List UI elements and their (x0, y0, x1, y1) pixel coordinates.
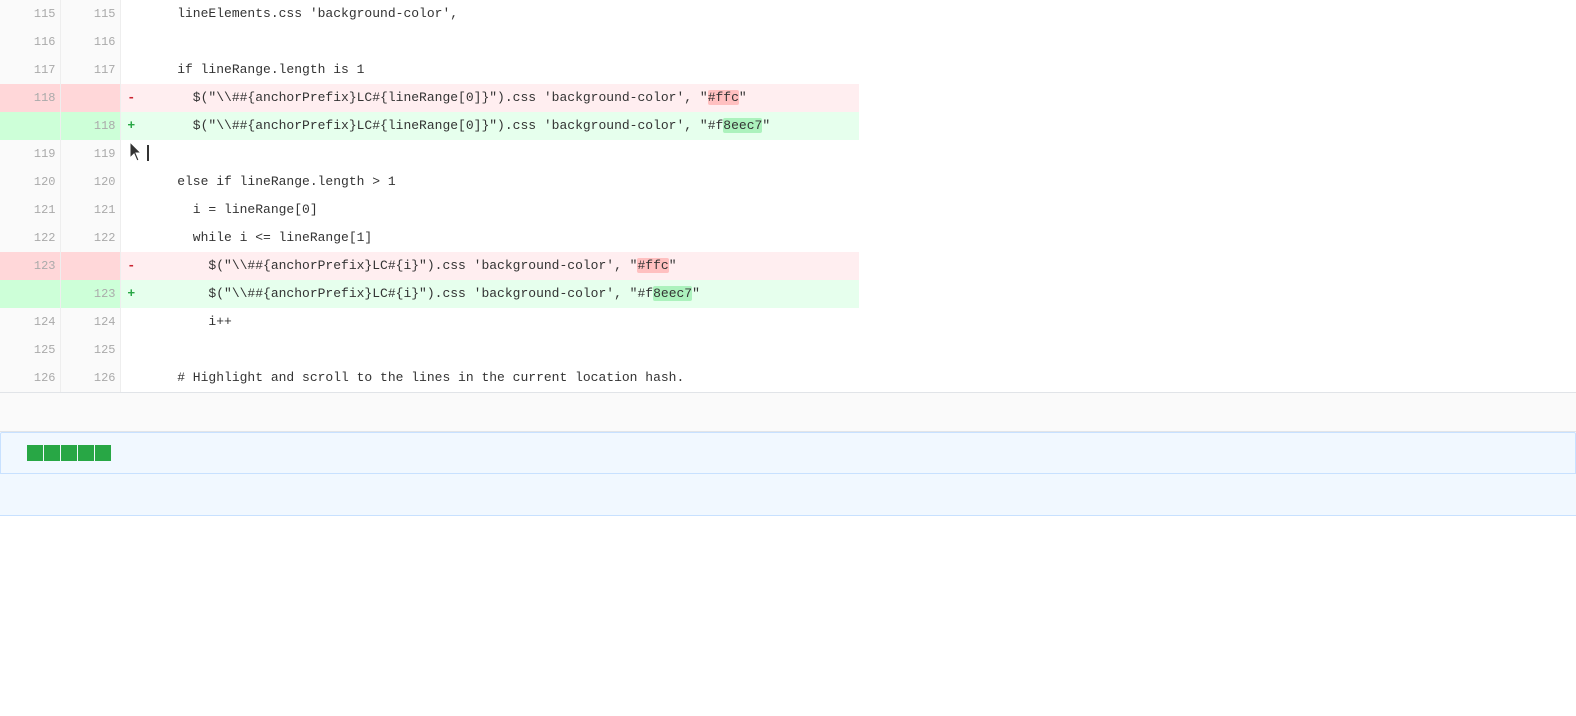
diff-sign (120, 196, 142, 224)
diff-table: 115115 lineElements.css 'background-colo… (0, 0, 1576, 392)
code-content: lineElements.css 'background-color', (142, 0, 859, 28)
table-row: 122122 while i <= lineRange[1] (0, 224, 1576, 252)
code-content: $("\\##{anchorPrefix}LC#{lineRange[0]}")… (142, 84, 859, 112)
new-line-number (60, 252, 120, 280)
code-content: if lineRange.length is 1 (142, 56, 859, 84)
table-row: 119119 (0, 140, 1576, 168)
table-row: 125125 (0, 336, 1576, 364)
added-highlight: 8eec7 (723, 118, 762, 133)
new-line-number: 125 (60, 336, 120, 364)
code-content (142, 28, 859, 56)
table-row: 117117 if lineRange.length is 1 (0, 56, 1576, 84)
old-line-number: 120 (0, 168, 60, 196)
code-content: $("\\##{anchorPrefix}LC#{i}").css 'backg… (142, 252, 859, 280)
new-line-number: 122 (60, 224, 120, 252)
new-line-number: 119 (60, 140, 120, 168)
old-line-number: 117 (0, 56, 60, 84)
new-line-number: 115 (60, 0, 120, 28)
new-line-number: 123 (60, 280, 120, 308)
table-row: 120120 else if lineRange.length > 1 (0, 168, 1576, 196)
old-line-number: 124 (0, 308, 60, 336)
old-line-number: 116 (0, 28, 60, 56)
stat-block (95, 445, 111, 461)
diff-sign (120, 140, 142, 168)
diff-sign (120, 0, 142, 28)
hunk-header (0, 474, 1576, 516)
diff-sign: - (120, 84, 142, 112)
table-row: 126126 # Highlight and scroll to the lin… (0, 364, 1576, 392)
diff-separator[interactable] (0, 392, 1576, 432)
diff-sign: + (120, 112, 142, 140)
table-row: 123+ $("\\##{anchorPrefix}LC#{i}").css '… (0, 280, 1576, 308)
diff-sign: - (120, 252, 142, 280)
code-content: $("\\##{anchorPrefix}LC#{i}").css 'backg… (142, 280, 859, 308)
code-content: i = lineRange[0] (142, 196, 859, 224)
old-line-number (0, 112, 60, 140)
diff-sign (120, 336, 142, 364)
new-line-number: 118 (60, 112, 120, 140)
old-line-number: 122 (0, 224, 60, 252)
deleted-highlight: #ffc (637, 258, 668, 273)
old-line-number: 115 (0, 0, 60, 28)
stat-block (61, 445, 77, 461)
diff-sign (120, 168, 142, 196)
old-line-number (0, 280, 60, 308)
table-row: 118 - $("\\##{anchorPrefix}LC#{lineRange[… (0, 84, 1576, 112)
diff-sign (120, 308, 142, 336)
file-stat-bar (27, 445, 111, 461)
table-row: 123 - $("\\##{anchorPrefix}LC#{i}").css '… (0, 252, 1576, 280)
old-line-number: 121 (0, 196, 60, 224)
new-line-number: 121 (60, 196, 120, 224)
code-content (142, 336, 859, 364)
file-header (0, 432, 1576, 474)
code-content: else if lineRange.length > 1 (142, 168, 859, 196)
deleted-highlight: #ffc (708, 90, 739, 105)
new-line-number: 124 (60, 308, 120, 336)
added-highlight: 8eec7 (653, 286, 692, 301)
code-content: $("\\##{anchorPrefix}LC#{lineRange[0]}")… (142, 112, 859, 140)
table-row: 118+ $("\\##{anchorPrefix}LC#{lineRange[… (0, 112, 1576, 140)
code-content (142, 140, 859, 168)
new-line-number: 120 (60, 168, 120, 196)
new-line-number (60, 84, 120, 112)
stat-block (78, 445, 94, 461)
stat-block (44, 445, 60, 461)
code-content: i++ (142, 308, 859, 336)
old-line-number: 125 (0, 336, 60, 364)
diff-sign: + (120, 280, 142, 308)
text-cursor (147, 145, 149, 161)
diff-container: 115115 lineElements.css 'background-colo… (0, 0, 1576, 716)
new-line-number: 117 (60, 56, 120, 84)
table-row: 124124 i++ (0, 308, 1576, 336)
code-content: # Highlight and scroll to the lines in t… (142, 364, 859, 392)
table-row: 121121 i = lineRange[0] (0, 196, 1576, 224)
code-content: while i <= lineRange[1] (142, 224, 859, 252)
old-line-number: 123 (0, 252, 60, 280)
diff-sign (120, 364, 142, 392)
diff-sign (120, 28, 142, 56)
old-line-number: 119 (0, 140, 60, 168)
new-line-number: 126 (60, 364, 120, 392)
diff-sign (120, 56, 142, 84)
table-row: 116116 (0, 28, 1576, 56)
diff-sign (120, 224, 142, 252)
old-line-number: 118 (0, 84, 60, 112)
file-section (0, 432, 1576, 516)
table-row: 115115 lineElements.css 'background-colo… (0, 0, 1576, 28)
new-line-number: 116 (60, 28, 120, 56)
old-line-number: 126 (0, 364, 60, 392)
stat-block (27, 445, 43, 461)
